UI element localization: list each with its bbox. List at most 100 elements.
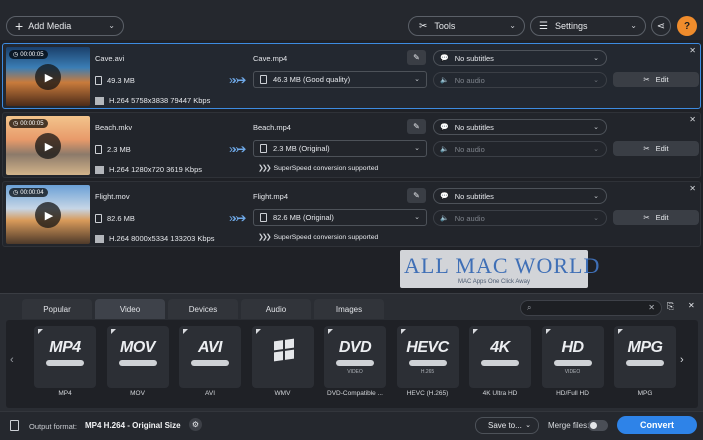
- preset-wmv[interactable]: [251, 326, 314, 388]
- audio-dropdown[interactable]: 🔈 No audio ⌄: [433, 210, 607, 226]
- preset-logo-bar: [408, 360, 447, 366]
- preset-logo-bar: [336, 360, 374, 366]
- merge-files-label: Merge files:: [548, 421, 590, 430]
- audio-icon: 🔈: [440, 146, 449, 153]
- format-search-input[interactable]: ⌕ ✕: [520, 300, 662, 316]
- collapse-panel-icon[interactable]: ✕: [688, 301, 695, 310]
- subtitles-dropdown[interactable]: 💬 No subtitles ⌄: [433, 50, 607, 66]
- play-icon: ▶: [44, 209, 54, 222]
- edit-label: Edit: [655, 75, 669, 84]
- pencil-icon: ✎: [413, 122, 420, 131]
- tab-images[interactable]: Images: [314, 299, 384, 319]
- output-size-text: 82.6 MB (Original): [273, 213, 334, 222]
- save-to-dropdown[interactable]: Save to... ⌄: [475, 417, 539, 434]
- chevron-left-icon[interactable]: ‹: [10, 354, 14, 366]
- output-file-name[interactable]: Beach.mp4: [253, 123, 291, 132]
- toggle-knob: [590, 422, 597, 429]
- preset-mpg[interactable]: MPG: [614, 326, 676, 388]
- film-icon: [95, 96, 104, 105]
- preset-avi[interactable]: AVI: [179, 326, 241, 388]
- rename-button[interactable]: ✎: [407, 119, 426, 134]
- watermark: ALL MAC WORLD MAC Apps One Click Away: [400, 250, 599, 288]
- chevron-right-icon[interactable]: ›: [680, 354, 684, 366]
- output-size-dropdown[interactable]: 46.3 MB (Good quality) ⌄: [253, 71, 427, 88]
- preset-corner-icon: [38, 329, 43, 334]
- preset-hevc-h-265[interactable]: HEVC H.265: [396, 326, 459, 388]
- input-size: 49.3 MB: [95, 76, 135, 85]
- chevron-down-icon: ⌄: [593, 124, 599, 131]
- play-button[interactable]: ▶: [35, 64, 61, 90]
- play-icon: ▶: [44, 140, 54, 153]
- preset-mp4[interactable]: MP4: [34, 326, 96, 388]
- output-file-name[interactable]: Cave.mp4: [253, 54, 287, 63]
- edit-label: Edit: [655, 144, 669, 153]
- help-button[interactable]: ?: [677, 16, 697, 36]
- file-icon: [260, 213, 267, 222]
- file-row[interactable]: ◷ 00:00:05 ▶ Cave.avi 49.3 MB H.264 5758x3838…: [2, 43, 701, 109]
- subtitles-dropdown[interactable]: 💬 No subtitles ⌄: [433, 188, 607, 204]
- output-size-dropdown[interactable]: 2.3 MB (Original) ⌄: [253, 140, 427, 157]
- file-icon: [95, 214, 102, 223]
- rename-button[interactable]: ✎: [407, 50, 426, 65]
- audio-icon: 🔈: [440, 215, 449, 222]
- settings-dropdown[interactable]: ☰ Settings ⌄: [530, 16, 646, 36]
- audio-dropdown[interactable]: 🔈 No audio ⌄: [433, 141, 607, 157]
- preset-hd-full-hd[interactable]: HD VIDEO: [541, 326, 604, 388]
- preset-4k-ultra-hd[interactable]: 4K: [469, 326, 531, 388]
- tab-devices[interactable]: Devices: [168, 299, 238, 319]
- remove-file-icon[interactable]: ✕: [689, 46, 696, 55]
- play-button[interactable]: ▶: [35, 202, 61, 228]
- chevron-down-icon: ⌄: [593, 146, 599, 153]
- output-settings-button[interactable]: ⚙: [189, 418, 202, 431]
- preset-mov[interactable]: MOV: [106, 326, 169, 388]
- preset-dvd-compatible[interactable]: DVD VIDEO: [324, 326, 386, 388]
- tab-popular[interactable]: Popular: [22, 299, 92, 319]
- convert-button[interactable]: Convert: [617, 416, 697, 434]
- output-file-name[interactable]: Flight.mp4: [253, 192, 288, 201]
- video-thumbnail[interactable]: ◷ 00:00:05 ▶: [6, 116, 90, 175]
- file-icon: [10, 420, 19, 431]
- tab-video[interactable]: Video: [95, 299, 165, 319]
- input-meta-text: H.264 8000x5334 133203 Kbps: [109, 234, 215, 243]
- add-media-button[interactable]: + Add Media ⌄: [6, 16, 124, 36]
- audio-dropdown[interactable]: 🔈 No audio ⌄: [433, 72, 607, 88]
- rename-button[interactable]: ✎: [407, 188, 426, 203]
- superspeed-icon: ❯❯❯: [258, 234, 272, 241]
- audio-text: No audio: [454, 144, 485, 154]
- input-size-text: 82.6 MB: [107, 214, 135, 223]
- duration-badge: ◷ 00:00:05: [9, 50, 48, 59]
- play-button[interactable]: ▶: [35, 133, 61, 159]
- help-label: ?: [683, 20, 691, 32]
- video-thumbnail[interactable]: ◷ 00:00:05 ▶: [6, 47, 90, 106]
- preset-logo-sub: VIDEO: [564, 369, 581, 375]
- watermark-subtitle: MAC Apps One Click Away: [458, 279, 530, 285]
- tab-audio[interactable]: Audio: [241, 299, 311, 319]
- output-format-value[interactable]: MP4 H.264 - Original Size: [85, 421, 181, 430]
- subtitles-icon: 💬: [440, 55, 449, 62]
- merge-files-toggle[interactable]: [588, 420, 608, 431]
- settings-label: Settings: [554, 21, 588, 31]
- edit-button[interactable]: ✂ Edit: [613, 72, 699, 87]
- edit-button[interactable]: ✂ Edit: [613, 141, 699, 156]
- video-thumbnail[interactable]: ◷ 00:00:04 ▶: [6, 185, 90, 244]
- pencil-icon: ✎: [413, 53, 420, 62]
- file-row[interactable]: ◷ 00:00:04 ▶ Flight.mov 82.6 MB H.264 8000x53…: [2, 181, 701, 247]
- preset-logo: MPG: [627, 339, 663, 356]
- edit-button[interactable]: ✂ Edit: [613, 210, 699, 225]
- clear-search-icon[interactable]: ✕: [648, 303, 655, 312]
- preset-label: HEVC (H.265): [406, 390, 449, 397]
- input-size: 82.6 MB: [95, 214, 135, 223]
- chevron-down-icon: ⌄: [593, 55, 599, 62]
- preset-logo-sub: VIDEO: [347, 369, 363, 375]
- output-size-dropdown[interactable]: 82.6 MB (Original) ⌄: [253, 209, 427, 226]
- file-row[interactable]: ◷ 00:00:05 ▶ Beach.mkv 2.3 MB H.264 1280x720 …: [2, 112, 701, 178]
- remove-file-icon[interactable]: ✕: [689, 115, 696, 124]
- format-settings-icon[interactable]: ⎘: [667, 301, 674, 312]
- share-button[interactable]: ⋖: [651, 16, 671, 36]
- subtitles-dropdown[interactable]: 💬 No subtitles ⌄: [433, 119, 607, 135]
- remove-file-icon[interactable]: ✕: [689, 184, 696, 193]
- duration-text: 00:00:05: [20, 51, 44, 58]
- tools-label: Tools: [434, 21, 456, 31]
- tools-dropdown[interactable]: ✂ Tools ⌄: [408, 16, 525, 36]
- audio-text: No audio: [454, 75, 485, 85]
